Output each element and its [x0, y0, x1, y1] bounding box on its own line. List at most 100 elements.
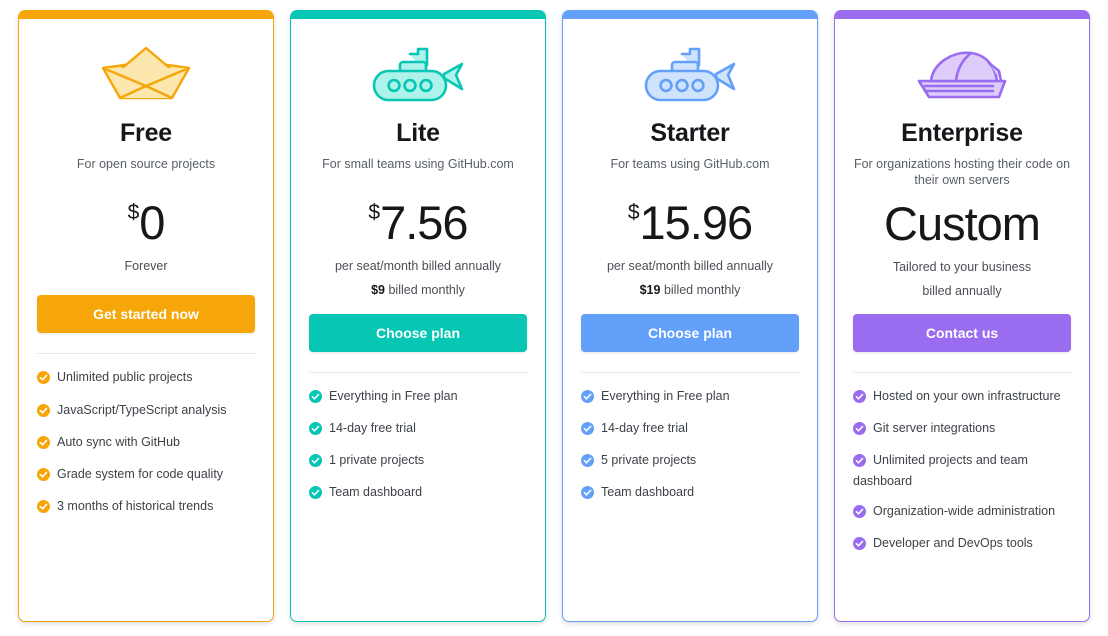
card-accent-bar: [563, 10, 817, 19]
plan-tagline: For small teams using GitHub.com: [322, 157, 514, 171]
price-monthly-amount: $9: [371, 283, 385, 298]
check-circle-icon: [581, 485, 594, 504]
check-circle-icon: [309, 485, 322, 504]
check-circle-icon: [309, 389, 322, 408]
carrier-ship-icon: [917, 51, 1007, 99]
plan-icon-enterprise: [853, 33, 1071, 117]
cta-wrap: Get started now: [37, 281, 255, 334]
plan-cta-button-enterprise[interactable]: Contact us: [853, 314, 1071, 353]
feature-list: Hosted on your own infrastructure Git se…: [853, 373, 1071, 555]
check-circle-icon: [37, 467, 50, 486]
price-block: $15.96 per seat/month billed annually $1…: [581, 198, 799, 300]
check-circle-icon: [37, 371, 50, 389]
feature-list: Unlimited public projects JavaScript/Typ…: [37, 354, 255, 518]
feature-item: 3 months of historical trends: [37, 497, 255, 518]
feature-label: Everything in Free plan: [329, 388, 458, 403]
feature-item: 14-day free trial: [581, 419, 799, 440]
check-circle-icon: [853, 390, 866, 408]
plan-price: $0: [37, 198, 255, 247]
feature-label: 3 months of historical trends: [57, 498, 214, 513]
feature-item: Everything in Free plan: [309, 387, 527, 408]
price-block: $7.56 per seat/month billed annually $9 …: [309, 198, 527, 300]
cta-wrap: Choose plan: [581, 300, 799, 352]
feature-label: 1 private projects: [329, 452, 425, 467]
feature-label: Hosted on your own infrastructure: [873, 389, 1061, 404]
pricing-plans-grid: Free For open source projects $0 Forever…: [0, 0, 1108, 636]
plan-price: $15.96: [581, 198, 799, 247]
paper-boat-icon: [101, 46, 191, 100]
cta-wrap: Choose plan: [309, 300, 527, 352]
feature-label: Team dashboard: [601, 484, 695, 499]
feature-label: JavaScript/TypeScript analysis: [57, 402, 227, 417]
feature-item: JavaScript/TypeScript analysis: [37, 401, 255, 422]
feature-item: Hosted on your own infrastructure: [853, 387, 1071, 408]
feature-item: 5 private projects: [581, 451, 799, 472]
price-currency: $: [368, 201, 381, 224]
feature-item: Developer and DevOps tools: [853, 534, 1071, 555]
check-circle-icon: [853, 422, 866, 440]
feature-label: Git server integrations: [873, 421, 996, 436]
cta-wrap: Contact us: [853, 300, 1071, 353]
price-note-secondary: $9 billed monthly: [309, 281, 527, 299]
price-amount: Custom: [884, 196, 1041, 250]
feature-item: Unlimited public projects: [37, 368, 255, 389]
feature-item: Git server integrations: [853, 419, 1071, 440]
check-circle-icon: [309, 453, 322, 472]
feature-item: Unlimited projects and team dashboard: [853, 451, 1071, 490]
feature-label: 14-day free trial: [329, 420, 416, 435]
check-circle-icon: [581, 389, 594, 408]
submarine-icon: [372, 47, 464, 102]
plan-name: Enterprise: [901, 119, 1023, 147]
price-block: $0 Forever: [37, 198, 255, 281]
card-accent-bar: [835, 10, 1089, 19]
check-circle-icon: [853, 504, 866, 523]
feature-item: Everything in Free plan: [581, 387, 799, 408]
submarine-icon: [644, 47, 736, 102]
price-currency: $: [627, 201, 640, 224]
price-note-secondary: $19 billed monthly: [581, 281, 799, 299]
card-accent-bar: [19, 10, 273, 19]
price-note: Forever: [124, 259, 168, 274]
feature-label: Team dashboard: [329, 484, 423, 499]
price-monthly-amount: $19: [639, 283, 661, 298]
plan-tagline: For teams using GitHub.com: [610, 157, 770, 171]
price-monthly-label: billed monthly: [385, 283, 465, 298]
price-monthly-label: billed annually: [922, 283, 1002, 298]
check-circle-icon: [37, 499, 50, 518]
plan-cta-button-free[interactable]: Get started now: [37, 295, 255, 334]
price-amount: 7.56: [380, 196, 468, 249]
feature-list: Everything in Free plan 14-day free tria…: [309, 373, 527, 505]
feature-label: Grade system for code quality: [57, 466, 224, 481]
feature-item: Grade system for code quality: [37, 465, 255, 486]
price-note: per seat/month billed annually: [334, 259, 502, 274]
check-circle-icon: [309, 421, 322, 440]
feature-label: Unlimited public projects: [57, 370, 193, 385]
plan-tagline: For open source projects: [76, 157, 216, 171]
plan-cta-button-lite[interactable]: Choose plan: [309, 313, 527, 352]
plan-icon-lite: [309, 33, 527, 117]
feature-item: 14-day free trial: [309, 419, 527, 440]
price-note: per seat/month billed annually: [606, 259, 774, 274]
feature-item: Auto sync with GitHub: [37, 433, 255, 454]
plan-icon-starter: [581, 33, 799, 117]
plan-card-lite: Lite For small teams using GitHub.com $7…: [290, 10, 546, 622]
plan-cta-button-starter[interactable]: Choose plan: [581, 313, 799, 352]
check-circle-icon: [37, 435, 50, 454]
card-accent-bar: [291, 10, 545, 19]
check-circle-icon: [581, 421, 594, 440]
feature-label: Auto sync with GitHub: [57, 434, 180, 449]
plan-name: Free: [119, 119, 172, 147]
feature-label: 5 private projects: [601, 452, 697, 467]
check-circle-icon: [853, 454, 866, 472]
plan-card-free: Free For open source projects $0 Forever…: [18, 10, 274, 622]
plan-card-enterprise: Enterprise For organizations hosting the…: [834, 10, 1090, 622]
feature-label: Unlimited projects and team dashboard: [853, 453, 1028, 489]
plan-icon-free: [37, 33, 255, 117]
price-note: Tailored to your business: [892, 259, 1032, 274]
feature-list: Everything in Free plan 14-day free tria…: [581, 373, 799, 505]
plan-card-starter: Starter For teams using GitHub.com $15.9…: [562, 10, 818, 622]
feature-label: 14-day free trial: [601, 420, 688, 435]
feature-item: Team dashboard: [309, 483, 527, 504]
price-block: Custom Tailored to your business billed …: [853, 196, 1071, 301]
price-monthly-label: billed monthly: [660, 283, 741, 298]
